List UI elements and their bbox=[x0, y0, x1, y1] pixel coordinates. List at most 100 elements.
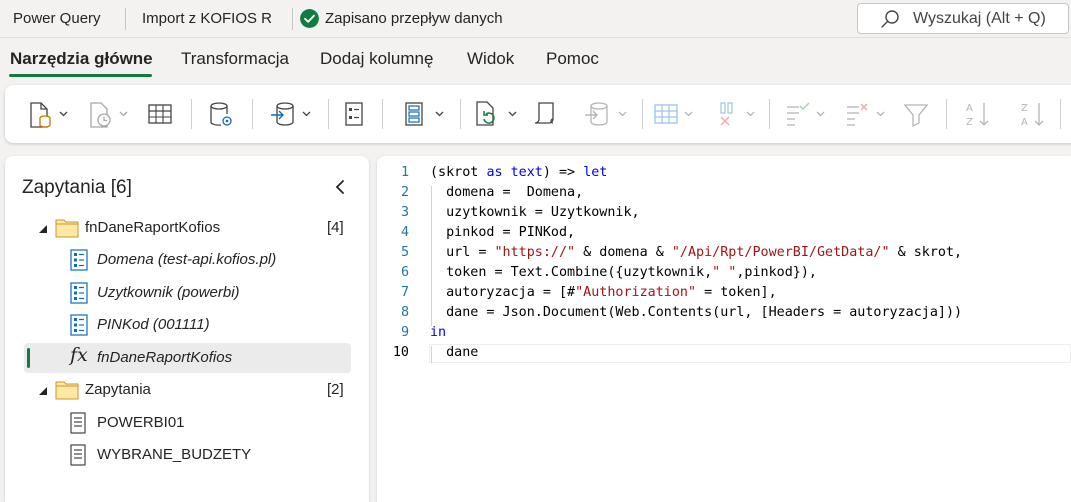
map-to-entity-icon[interactable] bbox=[581, 97, 631, 131]
search-placeholder: Wyszukaj (Alt + Q) bbox=[913, 10, 1046, 27]
document-name[interactable]: Import z KOFIOS R bbox=[142, 10, 272, 27]
remove-columns-icon[interactable] bbox=[711, 97, 761, 131]
tab-view[interactable]: Widok bbox=[467, 49, 514, 69]
code-token: dane bbox=[430, 345, 479, 360]
parameter-icon bbox=[70, 314, 88, 336]
ribbon-separator bbox=[191, 99, 192, 129]
code-token: autoryzacja = [# bbox=[430, 285, 576, 300]
code-text: autoryzacja = [#"Authorization" = token]… bbox=[430, 285, 777, 300]
group-count: [4] bbox=[327, 219, 344, 236]
saved-check-icon bbox=[300, 9, 319, 28]
save-status: Zapisano przepływ danych bbox=[325, 10, 503, 27]
query-item[interactable]: Uzytkownik (powerbi) bbox=[5, 278, 369, 308]
tab-home[interactable]: Narzędzia główne bbox=[10, 49, 153, 69]
line-number: 1 bbox=[400, 165, 409, 180]
svg-text:Z: Z bbox=[966, 117, 973, 128]
remove-rows-icon[interactable] bbox=[841, 97, 891, 131]
code-token: & domena & bbox=[575, 245, 672, 260]
table-query-icon bbox=[70, 444, 86, 466]
code-line[interactable]: 10 dane bbox=[377, 345, 1071, 365]
group-name: Zapytania bbox=[85, 381, 151, 398]
code-line[interactable]: 7 autoryzacja = [#"Authorization" = toke… bbox=[377, 285, 1071, 305]
code-line[interactable]: 3 uzytkownik = Uzytkownik, bbox=[377, 205, 1071, 225]
ribbon-separator bbox=[769, 99, 770, 129]
code-string: "Authorization" bbox=[575, 285, 697, 300]
code-keyword: as bbox=[486, 165, 503, 180]
group-name: fnDaneRaportKofios bbox=[85, 219, 221, 236]
code-line[interactable]: 5 url = "https://" & domena & "/Api/Rpt/… bbox=[377, 245, 1071, 265]
code-line[interactable]: 2 domena = Domena, bbox=[377, 185, 1071, 205]
refresh-icon[interactable] bbox=[471, 97, 521, 131]
manage-columns-icon[interactable] bbox=[399, 97, 449, 131]
recent-sources-icon[interactable] bbox=[85, 97, 131, 131]
expanded-triangle-icon[interactable] bbox=[38, 386, 48, 396]
query-item-selected[interactable]: fx fnDaneRaportKofios bbox=[5, 343, 351, 373]
sort-descending-icon[interactable]: Z A bbox=[1015, 97, 1049, 131]
ribbon-separator bbox=[460, 99, 461, 129]
line-number: 7 bbox=[400, 285, 409, 300]
code-token: uzytkownik = Uzytkownik, bbox=[430, 205, 640, 220]
svg-text:Z: Z bbox=[1021, 103, 1028, 114]
manage-parameters-icon[interactable] bbox=[339, 97, 369, 131]
get-data-icon[interactable] bbox=[263, 97, 313, 131]
code-text: dane bbox=[430, 345, 478, 360]
code-text: uzytkownik = Uzytkownik, bbox=[430, 205, 640, 220]
chevron-left-icon[interactable] bbox=[333, 178, 347, 196]
code-line[interactable]: 6 token = Text.Combine({uzytkownik," ",p… bbox=[377, 265, 1071, 285]
tab-add-column[interactable]: Dodaj kolumnę bbox=[320, 49, 433, 69]
code-token: domena = Domena, bbox=[430, 185, 584, 200]
choose-columns-icon[interactable] bbox=[649, 97, 703, 131]
query-item[interactable]: POWERBI01 bbox=[5, 408, 369, 438]
ribbon-separator bbox=[946, 99, 947, 129]
new-source-icon[interactable] bbox=[25, 97, 71, 131]
tab-transform[interactable]: Transformacja bbox=[181, 49, 289, 69]
code-text: dane = Json.Document(Web.Contents(url, [… bbox=[430, 305, 962, 320]
query-group[interactable]: Zapytania [2] bbox=[5, 375, 369, 405]
query-label: Domena (test-api.kofios.pl) bbox=[97, 251, 277, 268]
filter-icon[interactable] bbox=[901, 97, 931, 131]
code-line[interactable]: 4 pinkod = PINKod, bbox=[377, 225, 1071, 245]
line-number: 5 bbox=[400, 245, 409, 260]
code-text: domena = Domena, bbox=[430, 185, 583, 200]
code-keyword: let bbox=[583, 165, 608, 180]
code-token: token = Text.Combine({uzytkownik, bbox=[430, 265, 713, 280]
query-label: WYBRANE_BUDZETY bbox=[97, 446, 252, 463]
advanced-editor-icon[interactable] bbox=[531, 97, 561, 131]
line-number: 2 bbox=[400, 185, 409, 200]
code-text: pinkod = PINKod, bbox=[430, 225, 575, 240]
query-item[interactable]: Domena (test-api.kofios.pl) bbox=[5, 245, 369, 275]
line-number: 4 bbox=[400, 225, 409, 240]
ribbon-separator bbox=[642, 99, 643, 129]
tab-help[interactable]: Pomoc bbox=[546, 49, 599, 69]
svg-text:A: A bbox=[966, 103, 973, 114]
search-box[interactable]: Wyszukaj (Alt + Q) bbox=[857, 3, 1069, 34]
query-item[interactable]: WYBRANE_BUDZETY bbox=[5, 440, 369, 470]
code-line[interactable]: 9 in bbox=[377, 325, 1071, 345]
code-token: ) => bbox=[542, 165, 584, 180]
ribbon-toolbar: A Z Z A bbox=[5, 85, 1071, 143]
query-label: POWERBI01 bbox=[97, 414, 185, 431]
group-count: [2] bbox=[327, 381, 344, 398]
advanced-editor[interactable]: 1 (skrot as text) => let 2 domena = Domena… bbox=[377, 156, 1071, 502]
code-token: pinkod = PINKod, bbox=[430, 225, 576, 240]
query-item[interactable]: PINKod (001111) bbox=[5, 310, 369, 340]
keep-rows-icon[interactable] bbox=[781, 97, 831, 131]
code-token: (skrot bbox=[430, 165, 487, 180]
code-token: = token], bbox=[696, 285, 777, 300]
enter-data-icon[interactable] bbox=[145, 97, 175, 131]
line-number: 3 bbox=[400, 205, 409, 220]
code-line[interactable]: 1 (skrot as text) => let bbox=[377, 165, 1071, 185]
sort-ascending-icon[interactable]: A Z bbox=[960, 97, 994, 131]
code-line[interactable]: 8 dane = Json.Document(Web.Contents(url,… bbox=[377, 305, 1071, 325]
line-number: 9 bbox=[400, 325, 409, 340]
query-group[interactable]: fnDaneRaportKofios [4] bbox=[5, 213, 369, 243]
ribbon-separator bbox=[328, 99, 329, 129]
code-token: url = bbox=[430, 245, 495, 260]
parameter-icon bbox=[70, 249, 88, 271]
app-name[interactable]: Power Query bbox=[13, 10, 101, 27]
expanded-triangle-icon[interactable] bbox=[38, 224, 48, 234]
ribbon-tabs: Narzędzia główne Transformacja Dodaj kol… bbox=[0, 38, 1071, 80]
data-source-options-icon[interactable] bbox=[205, 97, 237, 131]
line-number: 10 bbox=[392, 345, 409, 360]
query-label: Uzytkownik (powerbi) bbox=[97, 284, 240, 301]
